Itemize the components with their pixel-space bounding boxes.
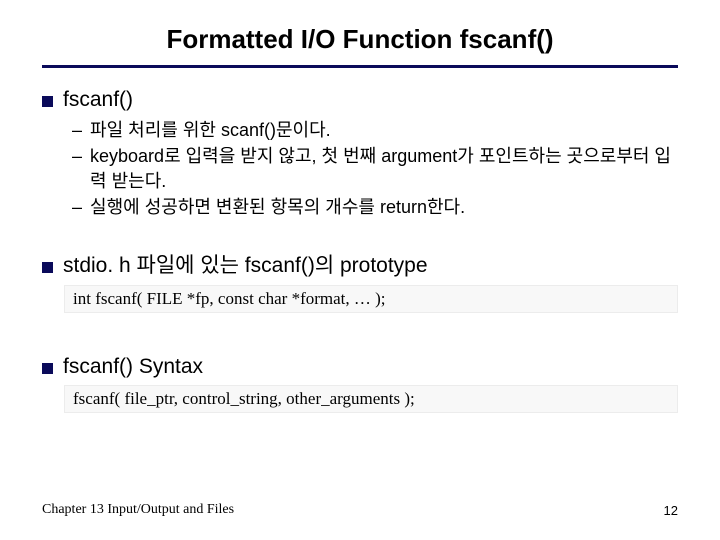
section-head: fscanf() — [42, 88, 678, 112]
section-head: stdio. h 파일에 있는 fscanf()의 prototype — [42, 249, 678, 279]
code-box: fscanf( file_ptr, control_string, other_… — [64, 385, 678, 413]
section-syntax: fscanf() Syntax fscanf( file_ptr, contro… — [42, 355, 678, 413]
list-item: – 파일 처리를 위한 scanf()문이다. — [72, 118, 678, 142]
bullet-square-icon — [42, 262, 53, 273]
dash-icon: – — [72, 144, 82, 193]
section-head-text: stdio. h 파일에 있는 fscanf()의 prototype — [63, 249, 428, 279]
title-rule — [42, 65, 678, 68]
slide: Formatted I/O Function fscanf() fscanf()… — [0, 0, 720, 540]
subitem-list: – 파일 처리를 위한 scanf()문이다. – keyboard로 입력을 … — [72, 118, 678, 219]
code-box: int fscanf( FILE *fp, const char *format… — [64, 285, 678, 313]
dash-icon: – — [72, 118, 82, 142]
footer: Chapter 13 Input/Output and Files 12 — [42, 502, 678, 518]
dash-icon: – — [72, 195, 82, 219]
section-head-text: fscanf() Syntax — [63, 355, 203, 379]
section-head-text: fscanf() — [63, 88, 133, 112]
section-prototype: stdio. h 파일에 있는 fscanf()의 prototype int … — [42, 249, 678, 313]
list-item-text: 파일 처리를 위한 scanf()문이다. — [90, 118, 331, 142]
chapter-label: Chapter 13 Input/Output and Files — [42, 502, 234, 518]
page-title: Formatted I/O Function fscanf() — [42, 24, 678, 65]
bullet-square-icon — [42, 96, 53, 107]
list-item-text: 실행에 성공하면 변환된 항목의 개수를 return한다. — [90, 195, 465, 219]
bullet-square-icon — [42, 363, 53, 374]
page-number: 12 — [664, 503, 678, 518]
section-fscanf: fscanf() – 파일 처리를 위한 scanf()문이다. – keybo… — [42, 88, 678, 219]
list-item: – keyboard로 입력을 받지 않고, 첫 번째 argument가 포인… — [72, 144, 678, 193]
list-item: – 실행에 성공하면 변환된 항목의 개수를 return한다. — [72, 195, 678, 219]
list-item-text: keyboard로 입력을 받지 않고, 첫 번째 argument가 포인트하… — [90, 144, 678, 193]
section-head: fscanf() Syntax — [42, 355, 678, 379]
